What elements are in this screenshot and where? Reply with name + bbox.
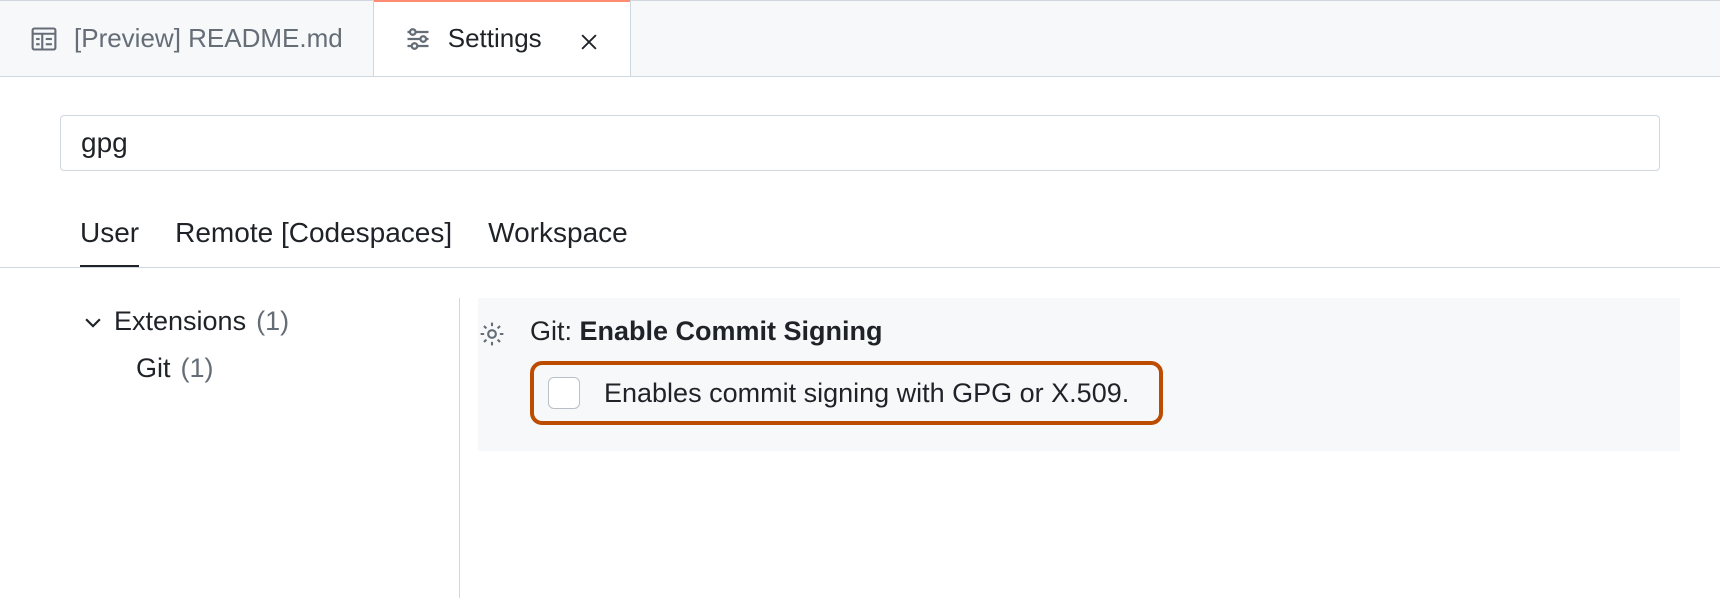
preview-icon xyxy=(30,25,58,53)
search-container xyxy=(60,115,1660,171)
settings-panel: User Remote [Codespaces] Workspace Exten… xyxy=(0,77,1720,598)
chevron-down-icon xyxy=(82,311,104,333)
scope-tab-workspace[interactable]: Workspace xyxy=(488,209,628,267)
tree-item-extensions[interactable]: Extensions (1) xyxy=(82,298,459,345)
tree-item-git[interactable]: Git (1) xyxy=(82,345,459,392)
tree-label: Extensions xyxy=(114,306,246,337)
setting-title: Git: Enable Commit Signing xyxy=(530,316,1660,347)
settings-search-input[interactable] xyxy=(60,115,1660,171)
setting-title-name: Enable Commit Signing xyxy=(580,316,883,346)
setting-description: Enables commit signing with GPG or X.509… xyxy=(604,378,1129,409)
scope-tab-remote[interactable]: Remote [Codespaces] xyxy=(175,209,452,267)
highlighted-setting-control: Enables commit signing with GPG or X.509… xyxy=(530,361,1163,425)
close-icon[interactable] xyxy=(578,28,600,50)
setting-body: Git: Enable Commit Signing Enables commi… xyxy=(530,316,1660,425)
tab-bar: [Preview] README.md Settings xyxy=(0,1,1720,77)
tab-label: Settings xyxy=(448,23,542,54)
settings-list: Git: Enable Commit Signing Enables commi… xyxy=(460,298,1720,598)
tab-readme[interactable]: [Preview] README.md xyxy=(0,1,374,76)
tab-settings[interactable]: Settings xyxy=(374,1,631,76)
settings-content: Extensions (1) Git (1) Git: Enable Comm xyxy=(0,298,1720,598)
scope-tabs: User Remote [Codespaces] Workspace xyxy=(0,209,1720,268)
tree-count: (1) xyxy=(181,353,214,384)
setting-title-prefix: Git: xyxy=(530,316,580,346)
setting-git-enable-commit-signing: Git: Enable Commit Signing Enables commi… xyxy=(478,298,1680,451)
scope-tab-user[interactable]: User xyxy=(80,209,139,267)
tree-count: (1) xyxy=(256,306,289,337)
tree-label: Git xyxy=(136,353,171,384)
tab-label: [Preview] README.md xyxy=(74,23,343,54)
gear-icon[interactable] xyxy=(478,320,506,348)
enable-commit-signing-checkbox[interactable] xyxy=(548,377,580,409)
settings-tab-icon xyxy=(404,25,432,53)
settings-tree: Extensions (1) Git (1) xyxy=(0,298,460,598)
